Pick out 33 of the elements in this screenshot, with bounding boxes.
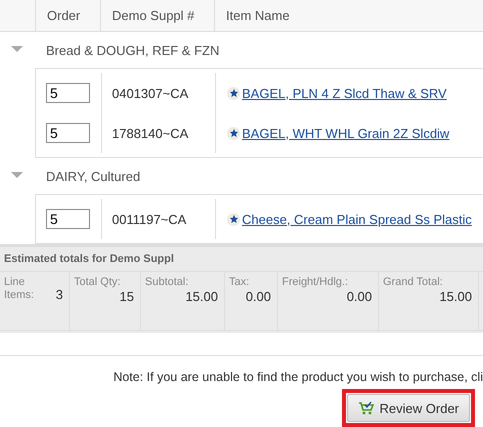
note-text: Note: If you are unable to find the product you wish to purchase, cli [112,370,483,384]
quantity-input[interactable]: 5 [46,209,90,229]
star-icon[interactable] [227,212,240,226]
quantity-input[interactable]: 5 [46,123,90,143]
star-icon[interactable] [227,126,240,140]
group-name: Bread & DOUGH, REF & FZN [46,42,220,58]
item-link[interactable]: BAGEL, WHT WHL Grain 2Z Slcdiw [242,126,450,140]
column-header[interactable]: Item Name [214,0,483,31]
product-code: 0401307~CA [112,86,188,100]
field-value: 15 [118,289,134,304]
item-link[interactable]: Cheese, Cream Plain Spread Ss Plastic [242,212,472,226]
column-header[interactable]: Demo Suppl # [100,0,214,31]
field-value: 0.00 [244,289,271,304]
cart-icon [358,400,374,416]
product-code: 1788140~CA [112,126,188,140]
field-value: 3 [56,287,63,302]
field-label: Subtotal: [145,276,190,289]
field-label: Total Qty: [74,276,122,289]
field-label: Tax: [229,276,250,289]
field-label: Freight/Hdlg.: [282,276,350,289]
item-link[interactable]: BAGEL, PLN 4 Z Slcd Thaw & SRV [242,86,447,100]
review-order-button[interactable]: Review Order [346,394,470,422]
group-name: DAIRY, Cultured [46,168,140,184]
field-value: 15.00 [438,289,472,304]
field-value: 15.00 [184,289,218,304]
field-label: Line Items: [4,276,35,302]
column-header[interactable]: Order [35,0,100,31]
product-code: 0011197~CA [112,212,186,226]
star-icon[interactable] [227,86,240,100]
quantity-input[interactable]: 5 [46,83,90,103]
totals-title: Estimated totals for Demo Suppl [0,247,483,272]
field-value: 0.00 [346,289,372,304]
field-label: Grand Total: [383,276,444,289]
